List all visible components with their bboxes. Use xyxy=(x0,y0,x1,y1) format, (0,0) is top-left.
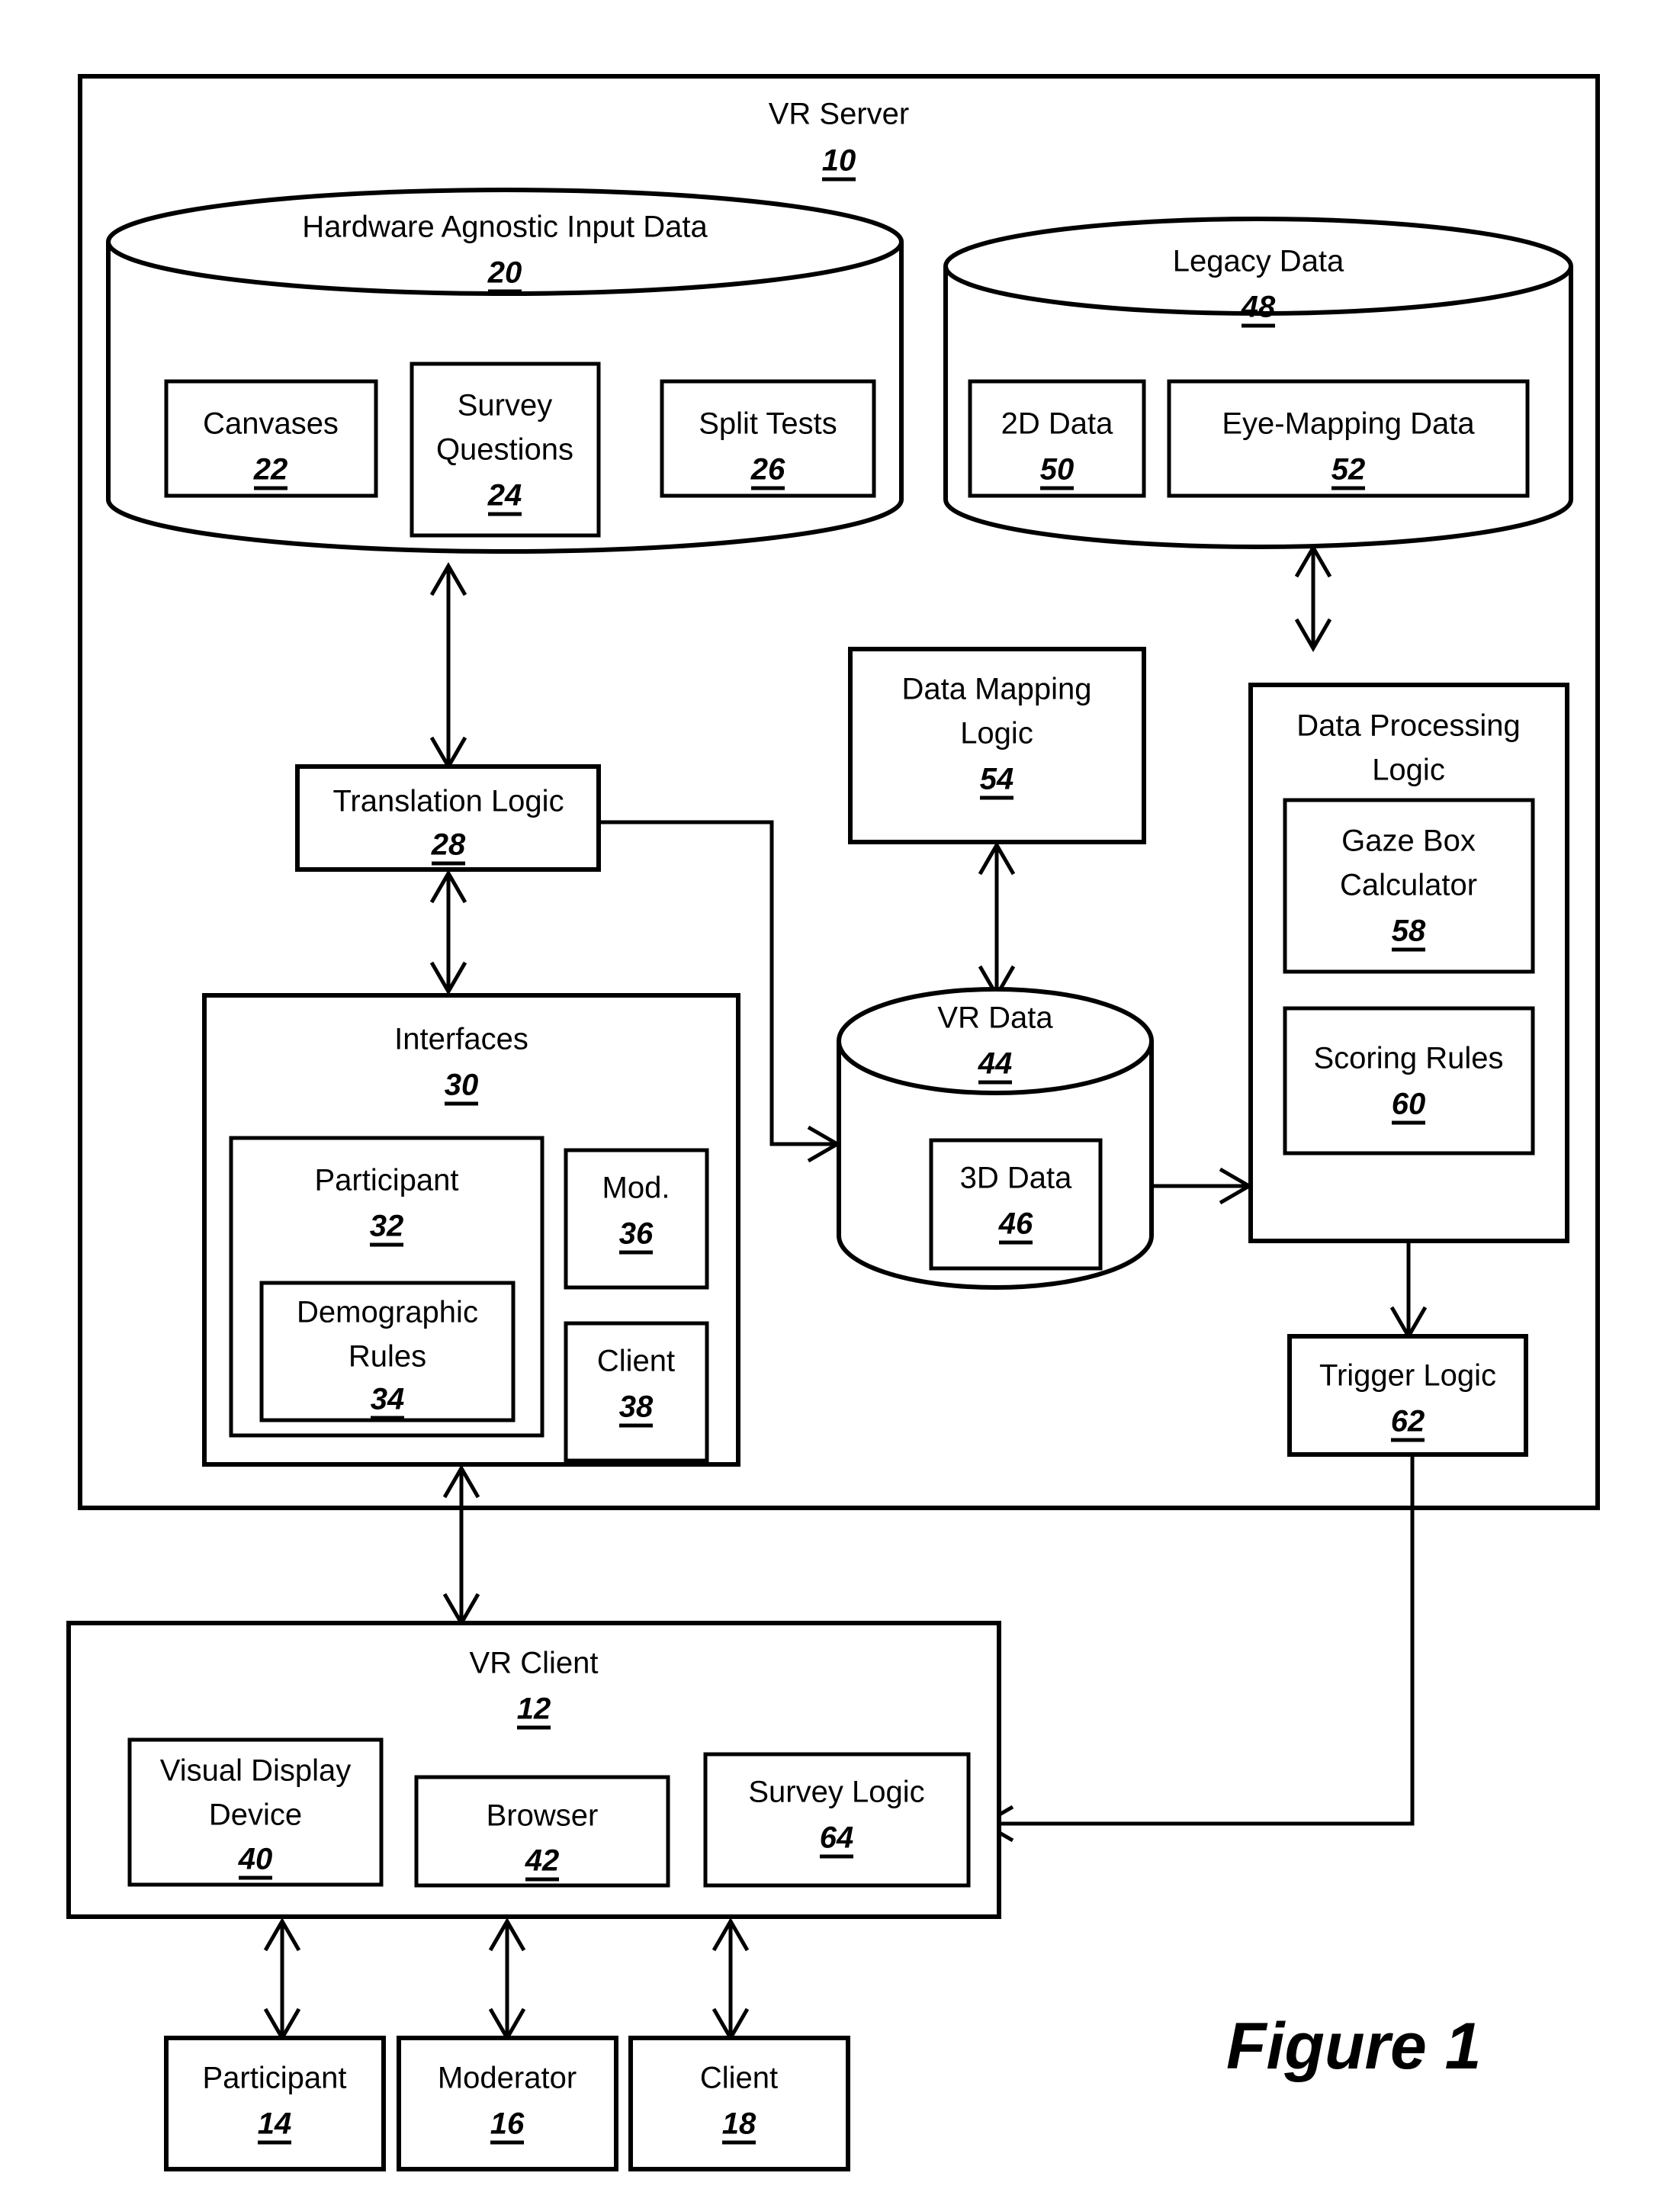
interfaces-client-ref: 38 xyxy=(619,1390,654,1424)
hardware-agnostic-input-data-ref: 20 xyxy=(487,256,522,290)
legacy-data-ref: 48 xyxy=(1241,291,1276,324)
visual-display-device-label-line2: Device xyxy=(209,1798,302,1832)
block-diagram: VR Server 10 Hardware Agnostic Input Dat… xyxy=(66,74,1600,2171)
visual-display-device-label-line1: Visual Display xyxy=(160,1754,352,1788)
gaze-box-calculator-ref: 58 xyxy=(1392,914,1426,948)
interfaces-label: Interfaces xyxy=(394,1023,528,1056)
browser-ref: 42 xyxy=(525,1844,560,1878)
translation-logic-label: Translation Logic xyxy=(332,785,564,818)
interfaces-ref: 30 xyxy=(445,1069,479,1102)
data-processing-logic-label-line2: Logic xyxy=(1372,754,1445,787)
survey-logic-box xyxy=(703,1752,971,1888)
data-processing-logic-label-line1: Data Processing xyxy=(1296,709,1520,743)
visual-display-device-ref: 40 xyxy=(238,1843,273,1876)
patent-figure-1: VR Server 10 Hardware Agnostic Input Dat… xyxy=(0,0,1680,2205)
three-d-data-label: 3D Data xyxy=(960,1162,1072,1195)
vr-data-ref: 44 xyxy=(978,1047,1013,1081)
survey-questions-label-line1: Survey xyxy=(458,389,553,423)
scoring-rules-box xyxy=(1283,1006,1535,1156)
two-d-data-ref: 50 xyxy=(1040,453,1074,487)
interfaces-client-label: Client xyxy=(597,1345,675,1378)
actor-participant-box xyxy=(164,2036,386,2171)
actor-participant-ref: 14 xyxy=(258,2107,292,2141)
split-tests-ref: 26 xyxy=(750,453,785,487)
legacy-data-label: Legacy Data xyxy=(1173,245,1344,278)
eye-mapping-data-label: Eye-Mapping Data xyxy=(1222,407,1475,441)
survey-logic-label: Survey Logic xyxy=(748,1776,924,1809)
demographic-rules-label-line1: Demographic xyxy=(297,1296,478,1329)
gaze-box-calculator-label-line2: Calculator xyxy=(1340,869,1477,902)
scoring-rules-ref: 60 xyxy=(1392,1088,1426,1121)
actor-participant-label: Participant xyxy=(203,2062,347,2095)
vr-client-ref: 12 xyxy=(517,1692,551,1726)
vr-server-label: VR Server xyxy=(769,98,910,131)
vr-client-label: VR Client xyxy=(470,1647,599,1680)
vr-server-ref: 10 xyxy=(822,144,856,178)
trigger-logic-label: Trigger Logic xyxy=(1319,1359,1496,1393)
interfaces-moderator-label: Mod. xyxy=(602,1172,670,1205)
three-d-data-ref: 46 xyxy=(998,1207,1033,1241)
canvases-ref: 22 xyxy=(253,453,288,487)
interfaces-participant-label: Participant xyxy=(315,1164,459,1197)
data-mapping-logic-label-line2: Logic xyxy=(960,717,1033,751)
survey-questions-ref: 24 xyxy=(487,479,522,513)
scoring-rules-label: Scoring Rules xyxy=(1313,1042,1503,1075)
actor-client-box xyxy=(628,2036,850,2171)
canvases-label: Canvases xyxy=(203,407,339,441)
demographic-rules-label-line2: Rules xyxy=(349,1340,426,1374)
split-tests-label: Split Tests xyxy=(699,407,837,441)
translation-logic-ref: 28 xyxy=(431,828,466,862)
actor-moderator-label: Moderator xyxy=(438,2062,577,2095)
hardware-agnostic-input-data-label: Hardware Agnostic Input Data xyxy=(302,211,708,244)
actor-moderator-ref: 16 xyxy=(490,2107,525,2141)
actor-moderator-box xyxy=(397,2036,618,2171)
interfaces-moderator-ref: 36 xyxy=(619,1217,654,1251)
actor-client-label: Client xyxy=(700,2062,778,2095)
data-mapping-logic-label-line1: Data Mapping xyxy=(901,673,1091,706)
browser-label: Browser xyxy=(487,1799,599,1833)
vr-data-label: VR Data xyxy=(937,1001,1053,1035)
survey-logic-ref: 64 xyxy=(820,1821,854,1855)
trigger-logic-ref: 62 xyxy=(1391,1405,1425,1438)
two-d-data-label: 2D Data xyxy=(1001,407,1113,441)
survey-questions-label-line2: Questions xyxy=(436,433,573,467)
data-mapping-logic-ref: 54 xyxy=(980,763,1014,796)
figure-caption: Figure 1 xyxy=(1226,2010,1482,2083)
three-d-data-box xyxy=(929,1138,1103,1271)
interfaces-participant-ref: 32 xyxy=(370,1210,404,1243)
gaze-box-calculator-label-line1: Gaze Box xyxy=(1341,824,1476,858)
actor-client-ref: 18 xyxy=(722,2107,756,2141)
demographic-rules-ref: 34 xyxy=(371,1383,405,1416)
eye-mapping-data-ref: 52 xyxy=(1331,453,1366,487)
